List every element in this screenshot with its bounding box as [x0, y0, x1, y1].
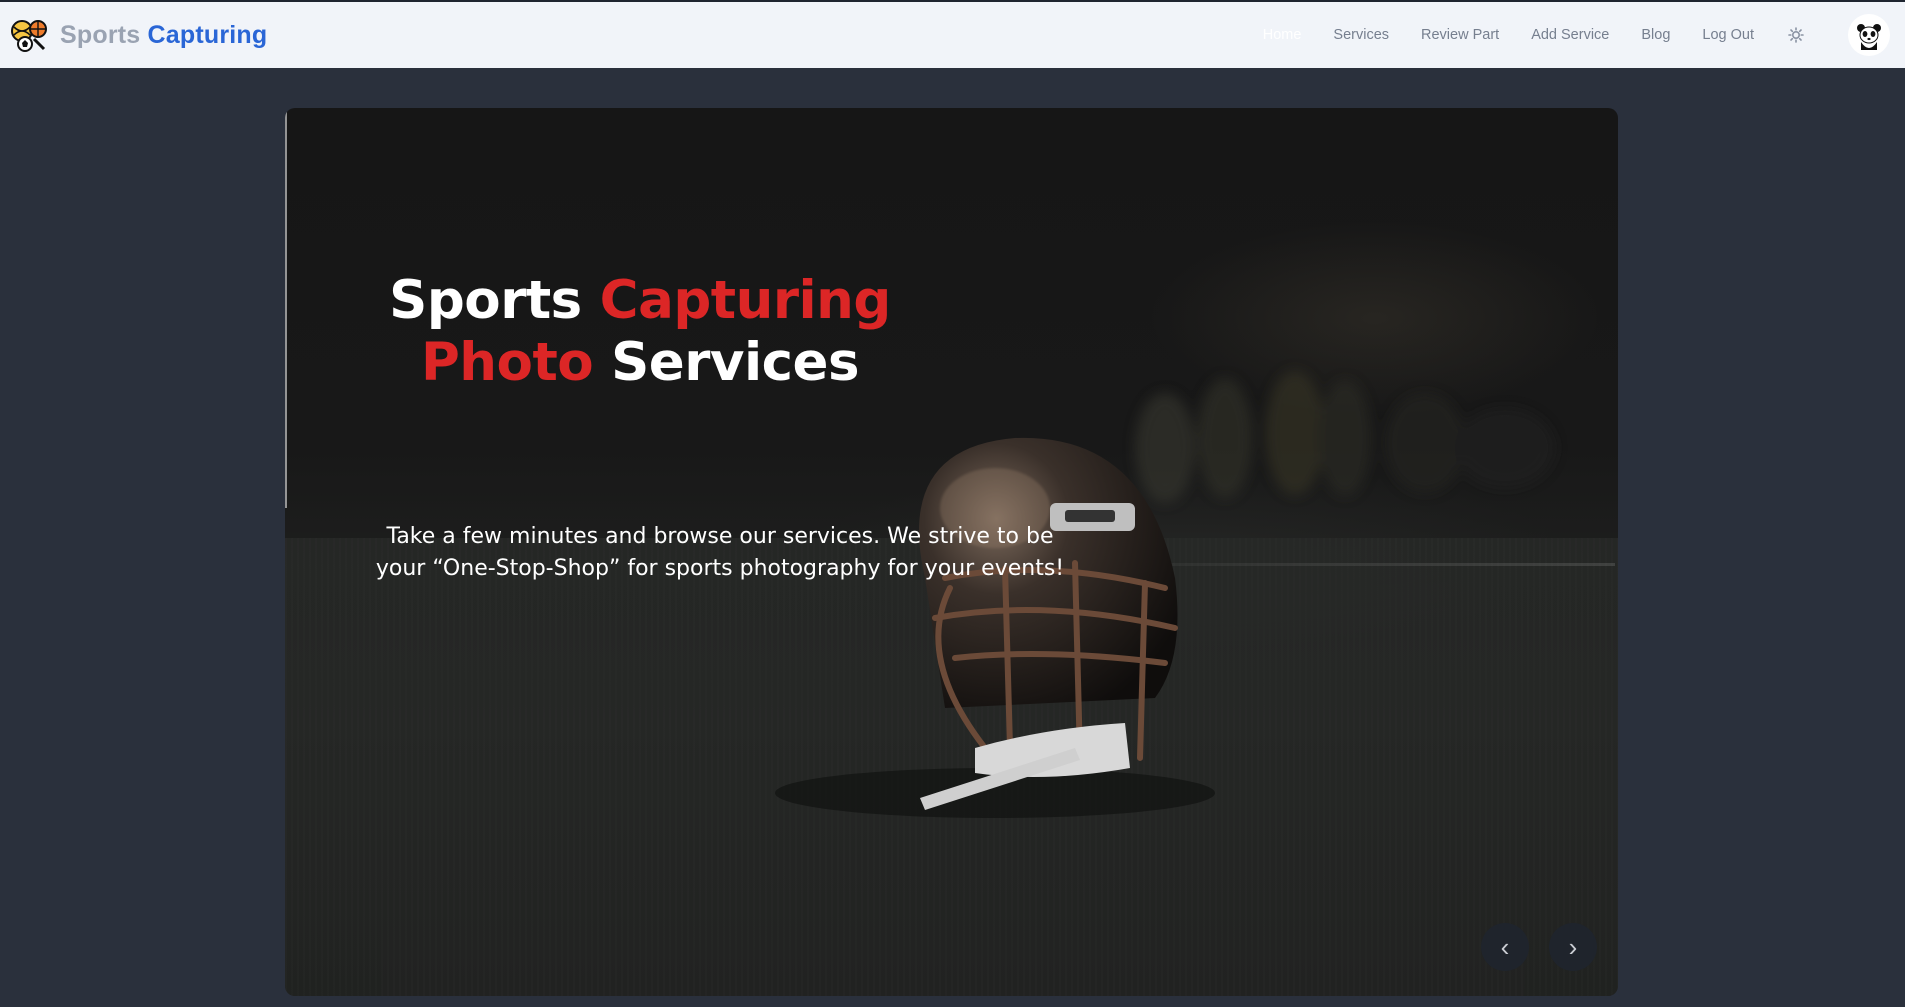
sun-icon[interactable]: [1786, 25, 1806, 45]
nav-link-review-part[interactable]: Review Part: [1421, 27, 1499, 43]
sports-balls-logo-icon: [8, 17, 50, 53]
carousel-prev-button[interactable]: ‹: [1481, 923, 1529, 971]
brand[interactable]: Sports Capturing: [8, 2, 267, 68]
nav-link-add-service[interactable]: Add Service: [1531, 27, 1609, 43]
hero-title-capturing: Capturing: [599, 270, 892, 331]
nav-link-services[interactable]: Services: [1333, 27, 1389, 43]
nav-link-blog[interactable]: Blog: [1641, 27, 1670, 43]
brand-word-sports: Sports: [60, 20, 141, 49]
hero-carousel: Sports Capturing Photo Services Take a f…: [285, 108, 1618, 996]
hero-description: Take a few minutes and browse our servic…: [375, 524, 1065, 581]
brand-word-capturing: Capturing: [147, 20, 268, 49]
carousel-next-button[interactable]: ›: [1549, 923, 1597, 971]
hero-title: Sports Capturing Photo Services: [380, 270, 900, 394]
slide-edge: [285, 108, 287, 508]
hero-title-sports: Sports: [389, 270, 582, 331]
hero-title-services: Services: [611, 332, 860, 393]
navbar: Sports Capturing Home Services Review Pa…: [0, 0, 1905, 68]
hero-title-photo: Photo: [420, 332, 594, 393]
nav-link-home[interactable]: Home: [1263, 27, 1302, 43]
nav-menu: Home Services Review Part Add Service Bl…: [1263, 2, 1905, 68]
brand-name: Sports Capturing: [60, 21, 267, 50]
panda-avatar-icon[interactable]: [1848, 14, 1890, 56]
nav-link-log-out[interactable]: Log Out: [1702, 27, 1754, 43]
